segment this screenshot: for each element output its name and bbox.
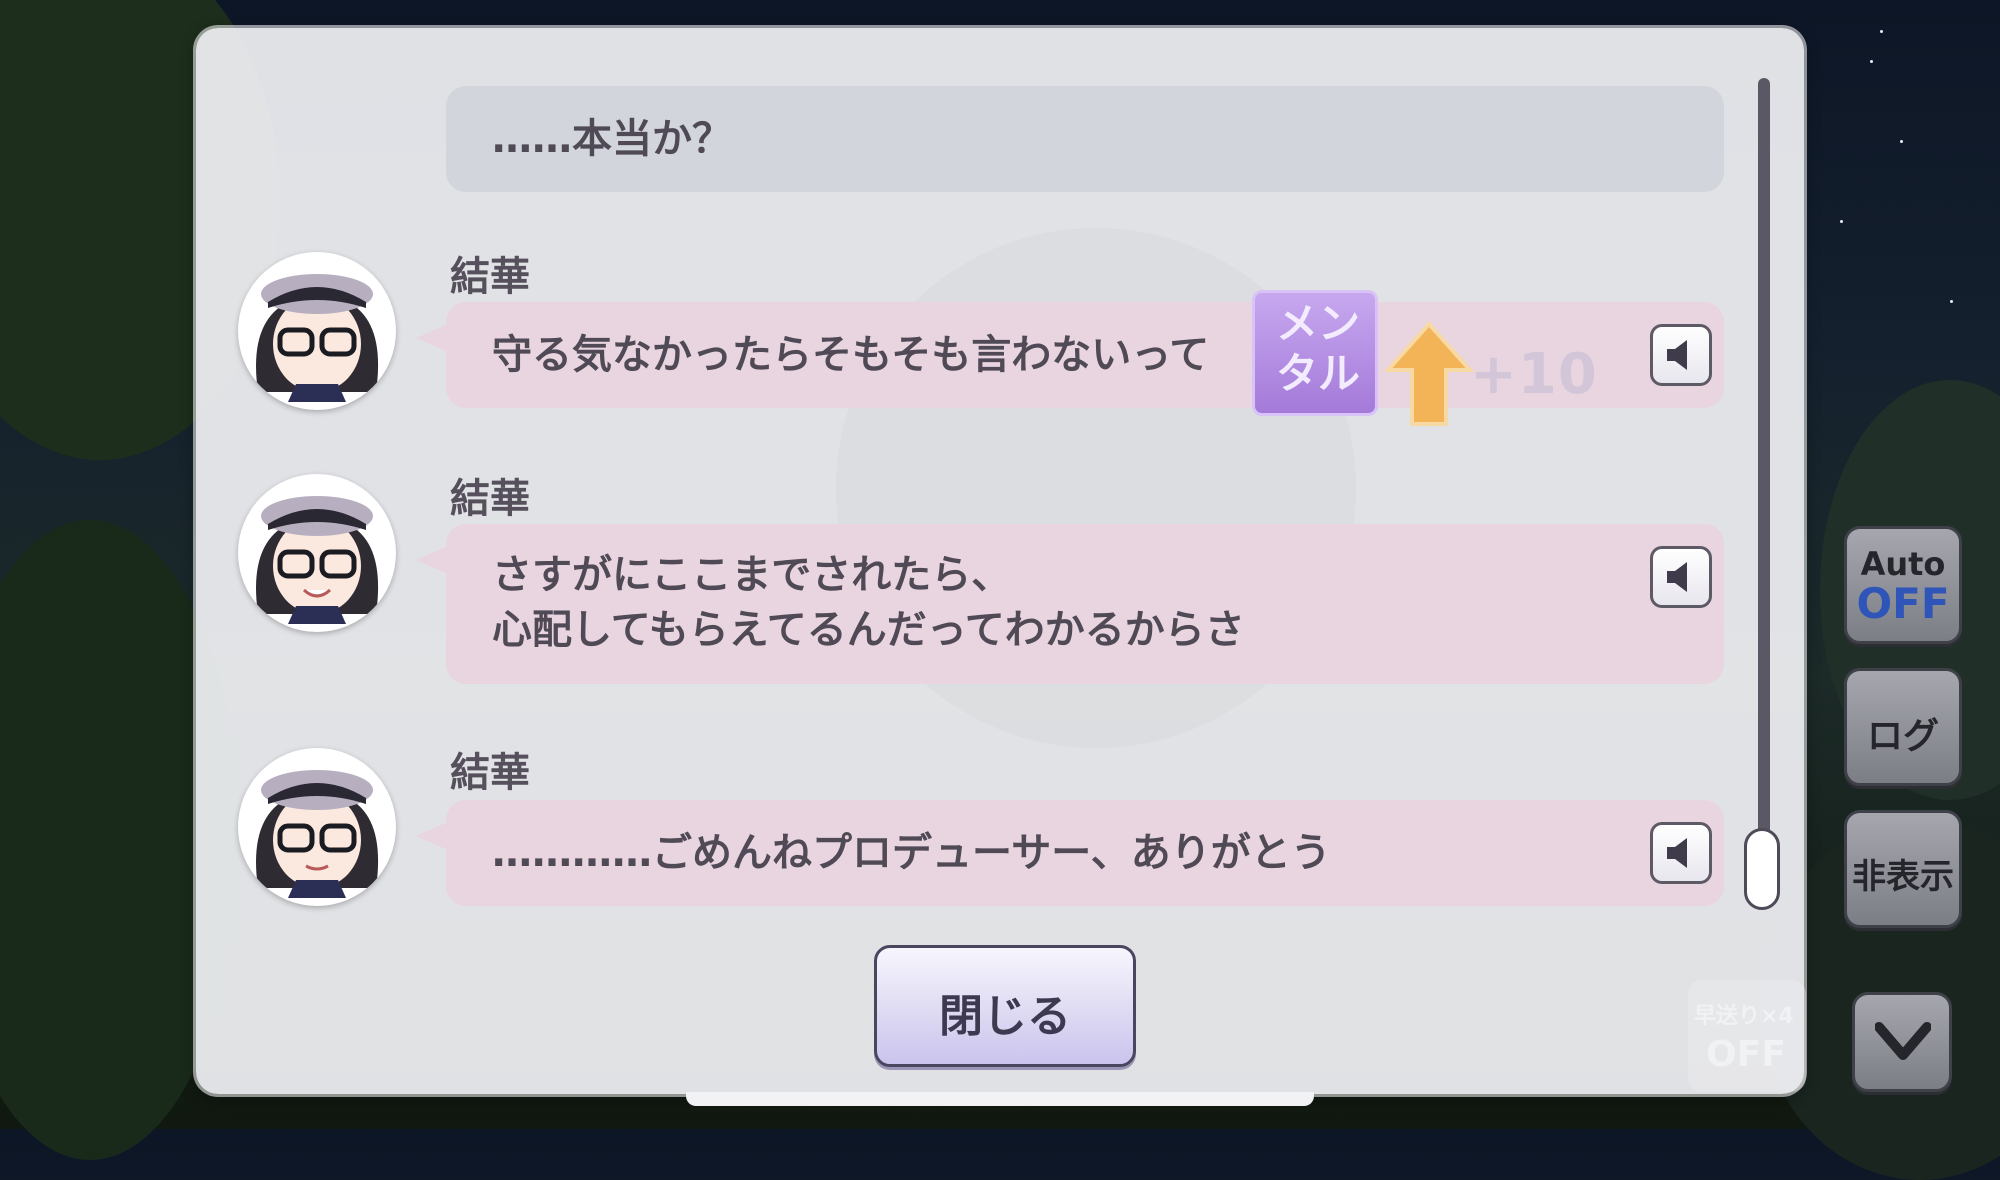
log-entry-text: さすがにここまでされたら、 心配してもらえてるんだってわかるからさ bbox=[492, 552, 1245, 653]
speaker-avatar bbox=[238, 252, 396, 410]
voice-replay-button[interactable] bbox=[1650, 822, 1712, 884]
fast-forward-button[interactable]: 早送り×4 OFF bbox=[1688, 980, 1806, 1092]
log-scrollbar-thumb[interactable] bbox=[1744, 828, 1780, 910]
speaker-name: 結華 bbox=[450, 254, 530, 300]
log-scrollbar[interactable] bbox=[1758, 78, 1770, 908]
arrow-up-icon bbox=[1384, 320, 1474, 426]
speaker-icon bbox=[1667, 838, 1687, 868]
scroll-down-button[interactable] bbox=[1852, 992, 1952, 1092]
close-button[interactable]: 閉じる bbox=[874, 945, 1136, 1067]
speaker-icon bbox=[1667, 340, 1687, 370]
hide-ui-button[interactable]: 非表示 bbox=[1844, 810, 1962, 928]
chevron-down-icon bbox=[1875, 1022, 1931, 1060]
log-entry-dialogue: さすがにここまでされたら、 心配してもらえてるんだってわかるからさ bbox=[416, 524, 1724, 684]
log-button[interactable]: ログ bbox=[1844, 668, 1962, 786]
speaker-avatar bbox=[238, 748, 396, 906]
voice-replay-button[interactable] bbox=[1650, 546, 1712, 608]
speaker-name: 結華 bbox=[450, 476, 530, 522]
auto-toggle-button[interactable]: Auto OFF bbox=[1844, 526, 1962, 644]
log-entry-narration: ……本当か？ bbox=[446, 86, 1724, 192]
log-entry-dialogue: …………ごめんねプロデューサー、ありがとう bbox=[416, 800, 1724, 906]
voice-replay-button[interactable] bbox=[1650, 324, 1712, 386]
log-entry-text: 守る気なかったらそもそも言わないって bbox=[492, 332, 1210, 378]
stat-gain-amount: +10 bbox=[1470, 342, 1598, 407]
speaker-name: 結華 bbox=[450, 750, 530, 796]
stat-badge: メン タル bbox=[1252, 290, 1378, 416]
speaker-icon bbox=[1667, 562, 1687, 592]
speaker-avatar bbox=[238, 474, 396, 632]
log-entry-text: …………ごめんねプロデューサー、ありがとう bbox=[492, 830, 1331, 876]
panel-bottom-edge bbox=[686, 1092, 1314, 1106]
log-entry-text: ……本当か？ bbox=[492, 116, 732, 162]
